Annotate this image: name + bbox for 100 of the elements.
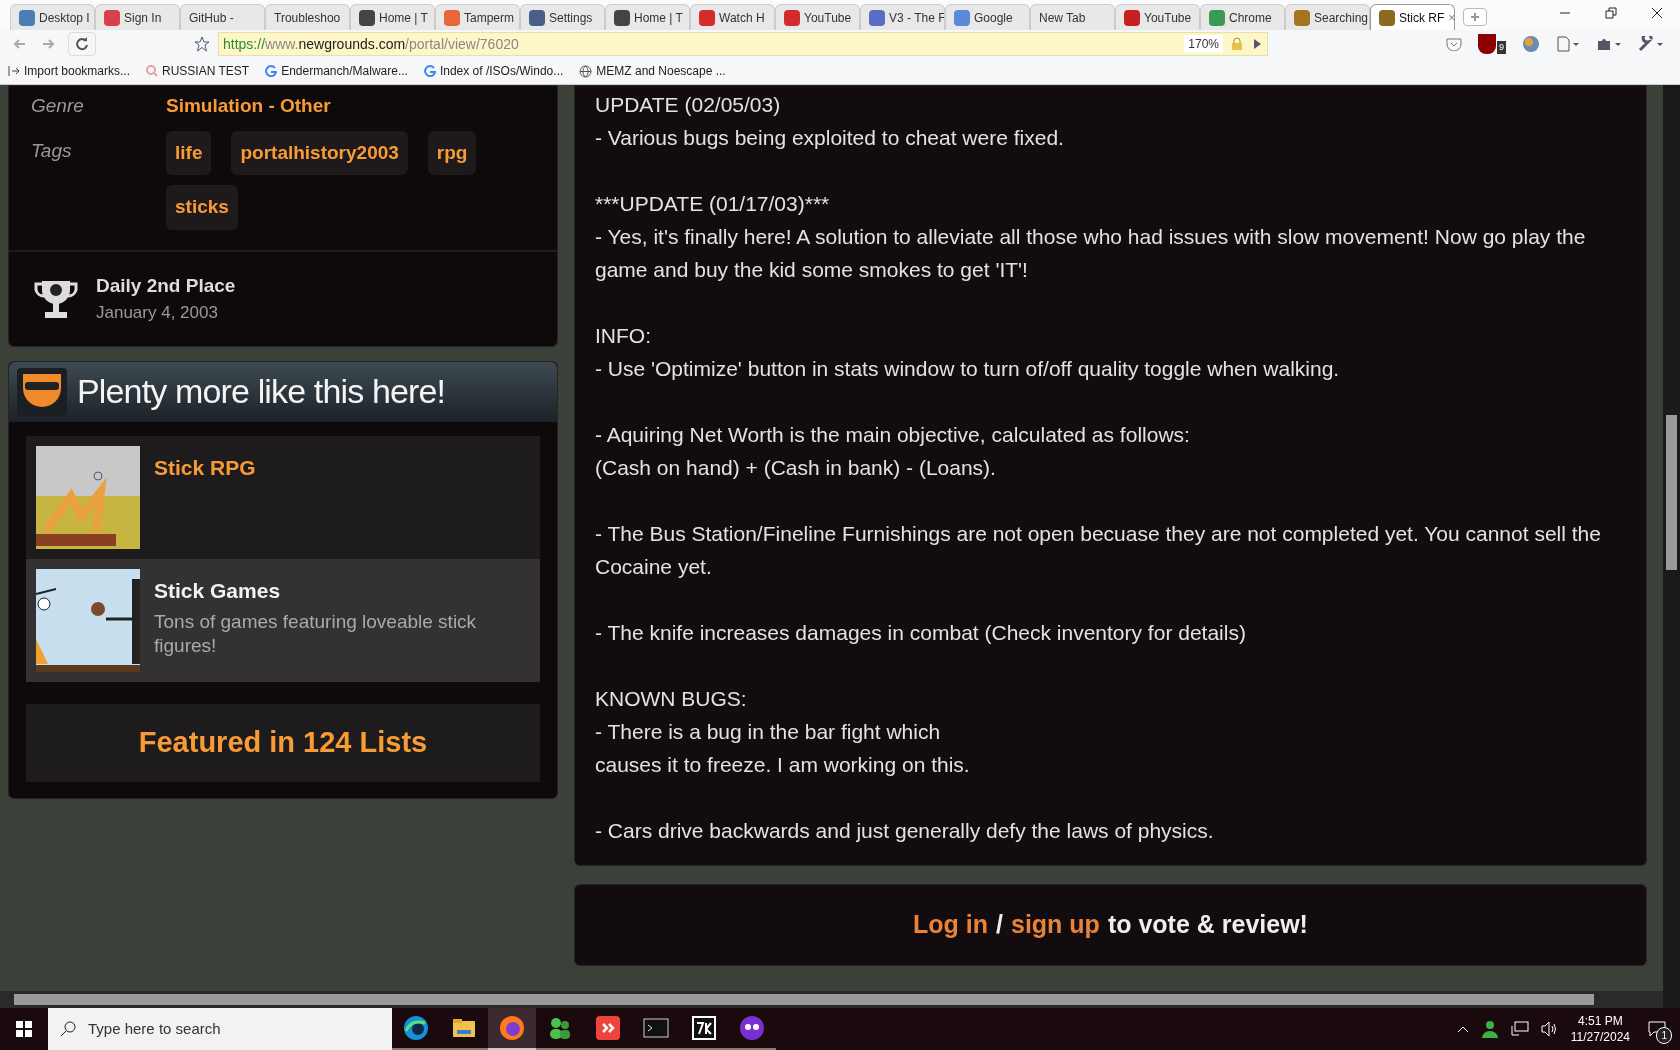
browser-tab[interactable]: Home | T xyxy=(350,4,435,30)
related-title: Stick Games xyxy=(154,577,282,604)
description-text: - Various bugs being exploited to cheat were fixed. xyxy=(595,125,1065,151)
g-letter-logo-icon xyxy=(423,65,436,77)
browser-swirl-icon xyxy=(403,1015,429,1041)
notification-count: 1 xyxy=(1656,1027,1672,1044)
back-arrow-icon xyxy=(13,37,27,51)
address-bar[interactable]: https://www.newgrounds.com/portal/view/76020 170% xyxy=(218,32,1268,56)
description-text: - Yes, it's finally here! A solution to alleviate all those who had issues with slow movement! Now go play the game and buy the kid some smokes to get 'IT'! xyxy=(595,224,1587,283)
tab-title: Chrome xyxy=(1229,9,1272,27)
description-text: - Cars drive backwards and just generally defy the laws of physics. xyxy=(595,818,1215,844)
tab-close[interactable]: × xyxy=(1448,8,1454,27)
arrows-app-icon xyxy=(595,1015,621,1041)
notifications-button[interactable]: 1 xyxy=(1642,1014,1672,1044)
login-link[interactable]: Log in xyxy=(913,906,989,944)
bookmark-item[interactable]: Index of /ISOs/Windo... xyxy=(423,62,564,80)
magnifier-icon xyxy=(146,65,159,77)
bookmark-label: RUSSIAN TEST xyxy=(162,63,250,80)
browser-tab[interactable]: Desktop I xyxy=(10,4,95,30)
description-text: INFO: xyxy=(595,323,652,349)
tab-title: New Tab xyxy=(1039,9,1086,27)
archive-app-icon xyxy=(691,1015,717,1041)
description-text: causes it to freeze. I am working on this. xyxy=(595,752,971,778)
description-text: - There is a bug in the bar fight which xyxy=(595,719,942,745)
horizontal-scrollbar[interactable] xyxy=(0,991,1663,1008)
browser-tab[interactable]: Sign In xyxy=(95,4,180,30)
bookmark-item[interactable]: RUSSIAN TEST xyxy=(146,62,250,80)
bookmark-item[interactable]: MEMZ and Noescape ... xyxy=(579,62,726,80)
play-icon[interactable] xyxy=(1251,38,1263,50)
tag-chip[interactable]: sticks xyxy=(166,185,238,230)
genre-label: Genre xyxy=(31,94,85,118)
tag-chip[interactable]: life xyxy=(166,130,212,175)
browser-tab[interactable]: Watch H xyxy=(690,4,775,30)
vertical-scrollbar[interactable] xyxy=(1663,85,1680,1008)
import-icon xyxy=(8,65,20,77)
new-tab-button[interactable] xyxy=(1463,8,1487,26)
browser-tab[interactable]: YouTube xyxy=(1115,4,1200,30)
tab-title: Sign In xyxy=(124,9,162,27)
padlock-icon xyxy=(1231,37,1243,51)
reload-button[interactable] xyxy=(68,32,96,56)
page-menu-icon[interactable] xyxy=(1556,36,1580,52)
globe-icon xyxy=(579,64,593,78)
genre-link[interactable]: Simulation - Other xyxy=(166,92,331,121)
g-letter-logo-icon xyxy=(265,65,278,77)
pocket-icon[interactable] xyxy=(1446,37,1462,51)
tab-title: Home | T xyxy=(379,9,428,27)
bookmark-item[interactable]: Endermanch/Malware... xyxy=(265,62,408,80)
browser-tab[interactable]: Tamperm xyxy=(435,4,520,30)
clock[interactable]: 4:51 PM 11/27/2024 xyxy=(1570,1013,1630,1045)
browser-tab[interactable]: Google xyxy=(945,4,1030,30)
bookmark-label: Index of /ISOs/Windo... xyxy=(439,63,564,80)
shield-extension-button[interactable] xyxy=(1478,34,1496,54)
reload-icon xyxy=(75,37,89,51)
browser-tab[interactable]: Settings xyxy=(520,4,605,30)
forward-arrow-icon xyxy=(41,37,55,51)
tab-title: GitHub - xyxy=(189,9,234,27)
bookmark-star-icon[interactable] xyxy=(194,36,210,52)
tab-title: Watch H xyxy=(719,9,765,27)
browser-tab[interactable]: YouTube xyxy=(775,4,860,30)
globe-extension-icon[interactable] xyxy=(1522,35,1540,53)
search-icon xyxy=(60,1021,76,1037)
browser-tab[interactable]: Searching xyxy=(1285,4,1370,30)
message-icon xyxy=(1648,1021,1666,1037)
wrench-icon[interactable] xyxy=(1638,36,1664,52)
tab-title: Home | T xyxy=(634,9,683,27)
description-text: (Cash on hand) + (Cash in bank) - (Loans). xyxy=(595,455,997,481)
related-item[interactable]: Stick Games Tons of games featuring loveable stick figures! xyxy=(26,558,540,682)
featured-link[interactable]: Featured in 124 Lists xyxy=(26,703,540,782)
taskbar-search-field[interactable]: Type here to search xyxy=(48,1008,392,1050)
plus-icon xyxy=(1470,12,1480,22)
panel-title: Plenty more like this here! xyxy=(77,371,446,412)
browser-tab[interactable]: Chrome xyxy=(1200,4,1285,30)
network-icon[interactable] xyxy=(1510,1021,1529,1037)
related-title: Stick RPG xyxy=(154,454,256,481)
tag-chip[interactable]: portalhistory2003 xyxy=(231,130,408,175)
chevron-up-icon[interactable] xyxy=(1456,1025,1469,1033)
people-icon xyxy=(547,1015,573,1041)
tag-chip[interactable]: rpg xyxy=(427,130,477,175)
tab-title: Settings xyxy=(549,9,593,27)
browser-tab[interactable]: Home | T xyxy=(605,4,690,30)
bookmark-item[interactable]: Import bookmarks... xyxy=(8,62,131,80)
browser-tab[interactable]: New Tab xyxy=(1030,4,1115,30)
tab-title: YouTube xyxy=(804,9,852,27)
description-text: UPDATE (02/05/03) xyxy=(595,92,782,118)
browser-tab[interactable]: Troubleshoo xyxy=(265,4,350,30)
windows-logo-icon xyxy=(16,1021,32,1037)
search-input[interactable]: Type here to search xyxy=(88,1017,380,1041)
clock-time: 4:51 PM xyxy=(1578,1013,1623,1029)
award-title: Daily 2nd Place xyxy=(96,273,236,298)
person-icon[interactable] xyxy=(1480,1020,1499,1038)
related-item[interactable]: Stick RPG xyxy=(26,435,540,559)
terminal-icon xyxy=(643,1015,669,1041)
taskbar-app-button[interactable] xyxy=(488,1008,536,1050)
face-logo-icon xyxy=(17,367,67,416)
browser-tab[interactable]: GitHub - xyxy=(180,4,265,30)
mask-app-icon xyxy=(739,1015,765,1041)
signup-link[interactable]: sign up xyxy=(1011,906,1100,944)
browser-tab[interactable]: Stick RF × xyxy=(1370,4,1455,30)
speaker-icon[interactable] xyxy=(1540,1021,1559,1037)
url-text: https://www.newgrounds.com/portal/view/76020 xyxy=(223,34,519,54)
